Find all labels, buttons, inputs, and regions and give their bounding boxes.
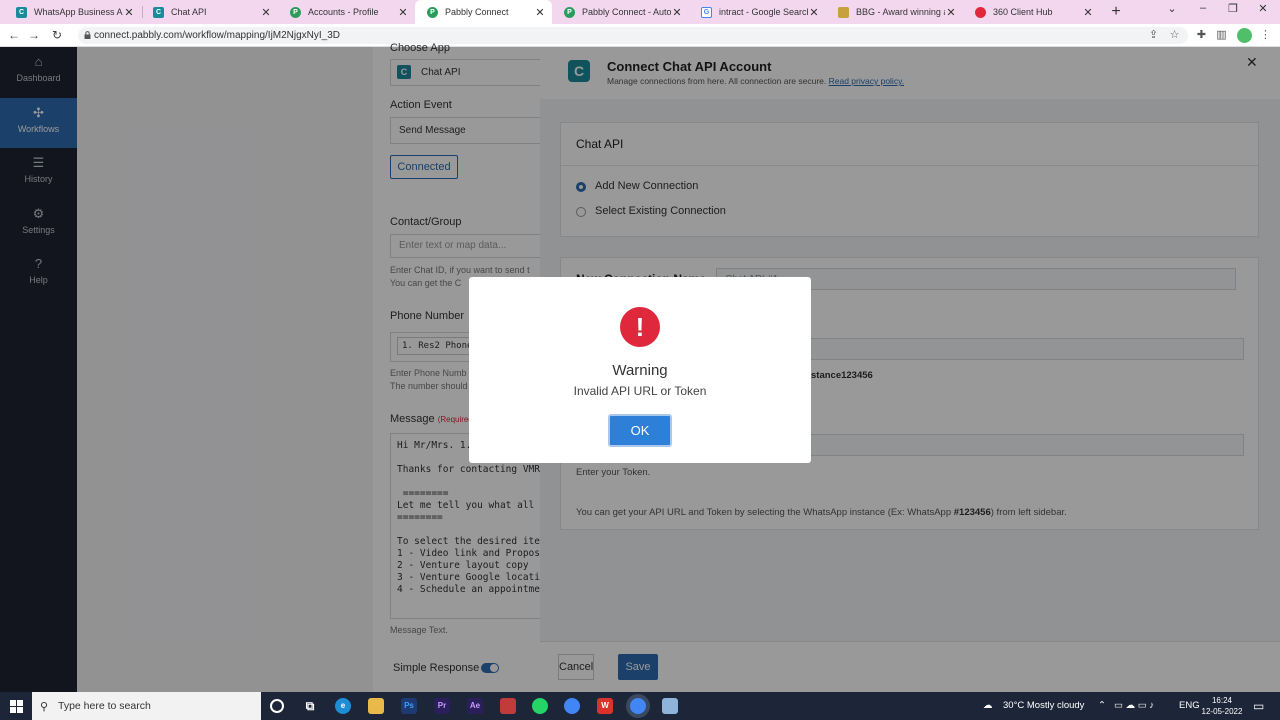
close-icon[interactable]: ✕ — [808, 6, 820, 19]
clock-time: 16:24 — [1211, 696, 1233, 705]
new-tab-icon[interactable]: + — [1108, 3, 1124, 21]
close-icon[interactable]: ✕ — [671, 6, 683, 19]
weather-text[interactable]: 30°C Mostly cloudy — [1003, 692, 1084, 720]
premiere-icon[interactable]: Pr — [434, 698, 450, 714]
tray-icons[interactable]: ▭ ☁ ▭ ♪ — [1114, 692, 1154, 720]
close-icon[interactable]: ✕ — [123, 6, 135, 19]
chrome-icon[interactable] — [564, 698, 580, 714]
browser-tab[interactable]: P Accounts - Profile ✕ — [278, 0, 415, 24]
url-text: connect.pabbly.com/workflow/mapping/IjM2… — [94, 30, 341, 41]
hub-icon — [975, 6, 986, 18]
whatsapp-icon[interactable] — [532, 698, 548, 714]
forward-icon[interactable]: → — [26, 27, 42, 43]
tab-label: WhatsApp Business API ga — [34, 7, 123, 17]
pabbly-icon: P — [564, 6, 575, 18]
tab-label: Chat API — [171, 7, 207, 17]
warning-icon: ! — [620, 307, 660, 347]
minimize-icon[interactable]: – — [1195, 2, 1211, 14]
language-indicator[interactable]: ENG — [1179, 692, 1200, 720]
close-icon[interactable]: ✕ — [1082, 6, 1094, 19]
taskbar-search[interactable]: Type here to search — [32, 692, 261, 720]
browser-tab[interactable]: G intract - Google Search ✕ — [689, 0, 826, 24]
dialog-title: Warning — [612, 362, 668, 379]
back-icon[interactable]: ← — [6, 27, 22, 43]
tab-label: Pabbly Connect — [445, 7, 509, 17]
browser-tab[interactable]: C Chat API ✕ — [141, 0, 278, 24]
app-icon[interactable] — [662, 698, 678, 714]
taskbar-search-placeholder: Type here to search — [58, 700, 151, 712]
window-close-icon[interactable]: ✕ — [1255, 2, 1271, 15]
app-icon[interactable] — [500, 698, 516, 714]
photoshop-icon[interactable]: Ps — [401, 698, 417, 714]
address-bar-row: ← → ↻ connect.pabbly.com/workflow/mappin… — [0, 24, 1280, 47]
share-icon[interactable]: ⇪ — [1147, 29, 1160, 42]
browser-tab[interactable]: 360 Client Hub ✕ — [963, 0, 1100, 24]
browser-tab-active[interactable]: P Pabbly Connect ✕ — [415, 0, 552, 24]
tab-label: Pabbly Connect - Automa — [582, 7, 671, 17]
ok-button[interactable]: OK — [608, 414, 672, 447]
bbg-icon — [838, 6, 849, 18]
tab-label: Accounts - Profile — [308, 7, 379, 17]
close-icon[interactable]: ✕ — [534, 6, 546, 19]
pabbly-icon: P — [427, 6, 438, 18]
close-icon[interactable]: ✕ — [260, 6, 272, 19]
cortana-icon[interactable] — [270, 699, 284, 713]
pabbly-icon: P — [290, 6, 301, 18]
browser-tab[interactable]: C WhatsApp Business API ga ✕ — [4, 0, 141, 24]
star-icon[interactable]: ☆ — [1168, 29, 1181, 42]
sidepanel-icon[interactable]: ▥ — [1215, 29, 1228, 42]
wps-icon[interactable]: W — [597, 698, 613, 714]
restore-icon[interactable]: ❐ — [1225, 2, 1241, 15]
menu-icon[interactable]: ⋮ — [1259, 29, 1272, 42]
tab-label: 360 Client Hub — [993, 7, 1053, 17]
reload-icon[interactable]: ↻ — [49, 27, 65, 43]
url-field[interactable]: connect.pabbly.com/workflow/mapping/IjM2… — [78, 27, 1188, 44]
chat-api-icon: C — [153, 6, 164, 18]
chat-api-icon: C — [16, 6, 27, 18]
clock-date: 12-05-2022 — [1201, 707, 1243, 716]
after-effects-icon[interactable]: Ae — [467, 698, 483, 714]
edge-icon[interactable]: e — [335, 698, 351, 714]
browser-tab-bar: C WhatsApp Business API ga ✕ C Chat API … — [0, 0, 1280, 24]
tab-label: BBG - Award winning and — [856, 7, 945, 17]
warning-dialog: ! Warning Invalid API URL or Token OK — [469, 277, 811, 463]
avatar[interactable] — [1237, 28, 1252, 43]
clock[interactable]: 16:24 12-05-2022 — [1200, 695, 1244, 717]
windows-start-icon[interactable] — [10, 700, 23, 713]
extensions-icon[interactable]: ✚ — [1195, 29, 1208, 42]
notification-icon[interactable]: ▭ — [1253, 692, 1264, 720]
tray-chevron-icon[interactable]: ⌃ — [1098, 692, 1106, 720]
taskbar: Type here to search ⚲ ⧉ e Ps Pr Ae W ☁ 3… — [0, 692, 1280, 720]
dialog-message: Invalid API URL or Token — [573, 384, 707, 398]
file-explorer-icon[interactable] — [368, 698, 384, 714]
browser-tab[interactable]: P Pabbly Connect - Automa ✕ — [552, 0, 689, 24]
weather-icon[interactable]: ☁ — [983, 692, 993, 720]
google-icon: G — [701, 6, 712, 18]
chrome-active-icon[interactable] — [630, 698, 646, 714]
close-icon[interactable]: ✕ — [945, 6, 957, 19]
close-icon[interactable]: ✕ — [397, 6, 409, 19]
chevron-down-icon[interactable]: ⌄ — [1164, 2, 1180, 15]
lock-icon — [84, 31, 91, 39]
task-view-icon[interactable]: ⧉ — [302, 698, 318, 714]
search-icon: ⚲ — [40, 701, 49, 713]
browser-tab[interactable]: BBG - Award winning and ✕ — [826, 0, 963, 24]
tab-label: intract - Google Search — [719, 7, 808, 17]
